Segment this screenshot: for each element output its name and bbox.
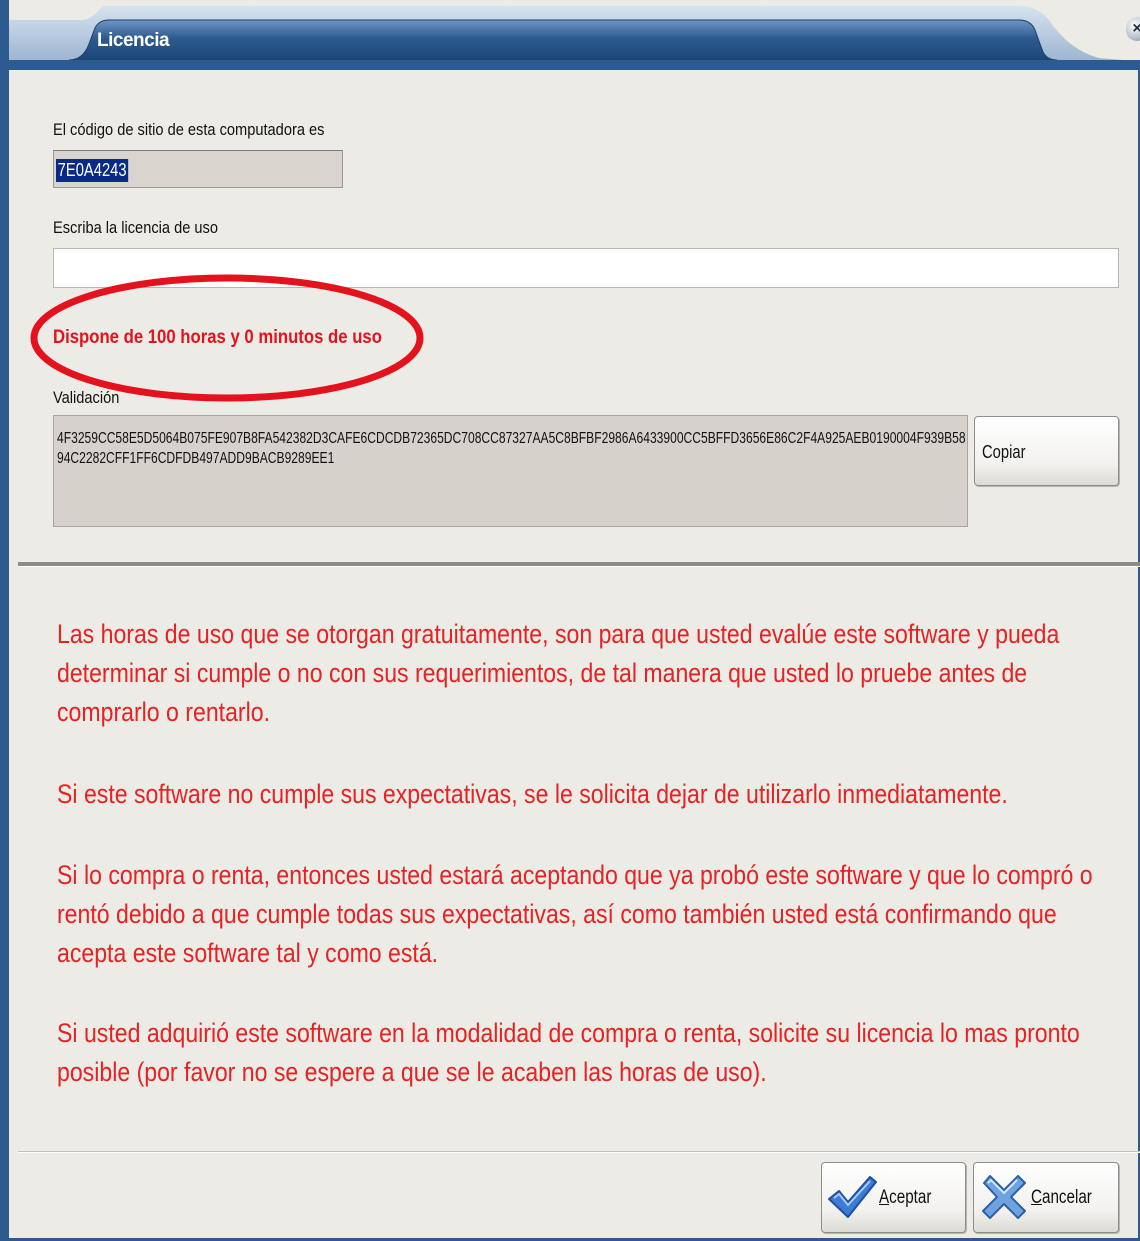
notice-paragraph-1: Las horas de uso que se otorgan gratuita… (57, 615, 1059, 732)
accept-button[interactable]: Aceptar (821, 1162, 966, 1233)
accept-button-label: Aceptar (879, 1187, 932, 1208)
close-icon[interactable]: × (1126, 17, 1140, 41)
title-bar[interactable]: Licencia × (9, 0, 1140, 70)
notice-text: Si lo compra o renta, entonces usted est… (57, 860, 1093, 968)
notice-paragraph-2: Si este software no cumple sus expectati… (57, 775, 1008, 814)
notice-text: Si este software no cumple sus expectati… (57, 779, 1008, 809)
copy-button[interactable]: Copiar (974, 416, 1119, 486)
window-title: Licencia (97, 30, 170, 51)
check-icon (828, 1176, 877, 1218)
footer-separator (18, 1151, 1140, 1153)
copy-button-label: Copiar (982, 442, 1026, 462)
license-dialog: Licencia × El código de sitio de esta co… (0, 0, 1140, 1241)
license-label: Escriba la licencia de uso (53, 218, 218, 237)
notice-paragraph-4: Si usted adquirió este software en la mo… (57, 1014, 1080, 1092)
remaining-hours-text: Dispone de 100 horas y 0 minutos de uso (53, 327, 382, 348)
validation-code-box[interactable]: 4F3259CC58E5D5064B075FE907B8FA542382D3CA… (53, 415, 968, 527)
site-code-value: 7E0A4243 (56, 159, 129, 182)
notice-text: Si usted adquirió este software en la mo… (57, 1018, 1080, 1087)
cancel-button[interactable]: Cancelar (973, 1162, 1119, 1233)
validation-label: Validación (53, 388, 120, 407)
notice-paragraph-3: Si lo compra o renta, entonces usted est… (57, 856, 1093, 973)
validation-code-text: 4F3259CC58E5D5064B075FE907B8FA542382D3CA… (57, 430, 966, 467)
site-code-field[interactable]: 7E0A4243 (53, 150, 343, 188)
title-bar-shape (9, 6, 1140, 70)
site-code-label: El código de sitio de esta computadora e… (53, 120, 325, 139)
section-divider (18, 562, 1140, 567)
cross-icon (982, 1175, 1026, 1219)
notice-text: Las horas de uso que se otorgan gratuita… (57, 619, 1060, 727)
cancel-button-label: Cancelar (1031, 1187, 1092, 1208)
